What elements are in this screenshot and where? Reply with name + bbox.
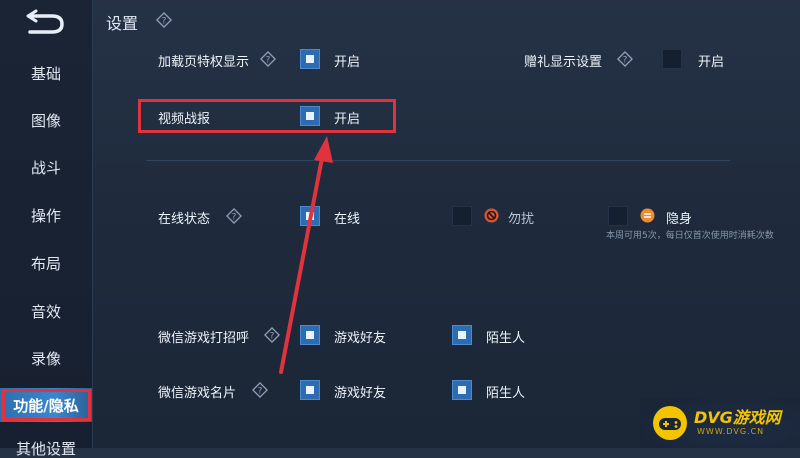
watermark-subtext: WWW.DVG.CN bbox=[697, 427, 765, 436]
gamepad-logo-icon bbox=[653, 406, 687, 440]
annotation-arrow bbox=[279, 136, 333, 374]
watermark-text: DVG游戏网 bbox=[694, 408, 781, 427]
